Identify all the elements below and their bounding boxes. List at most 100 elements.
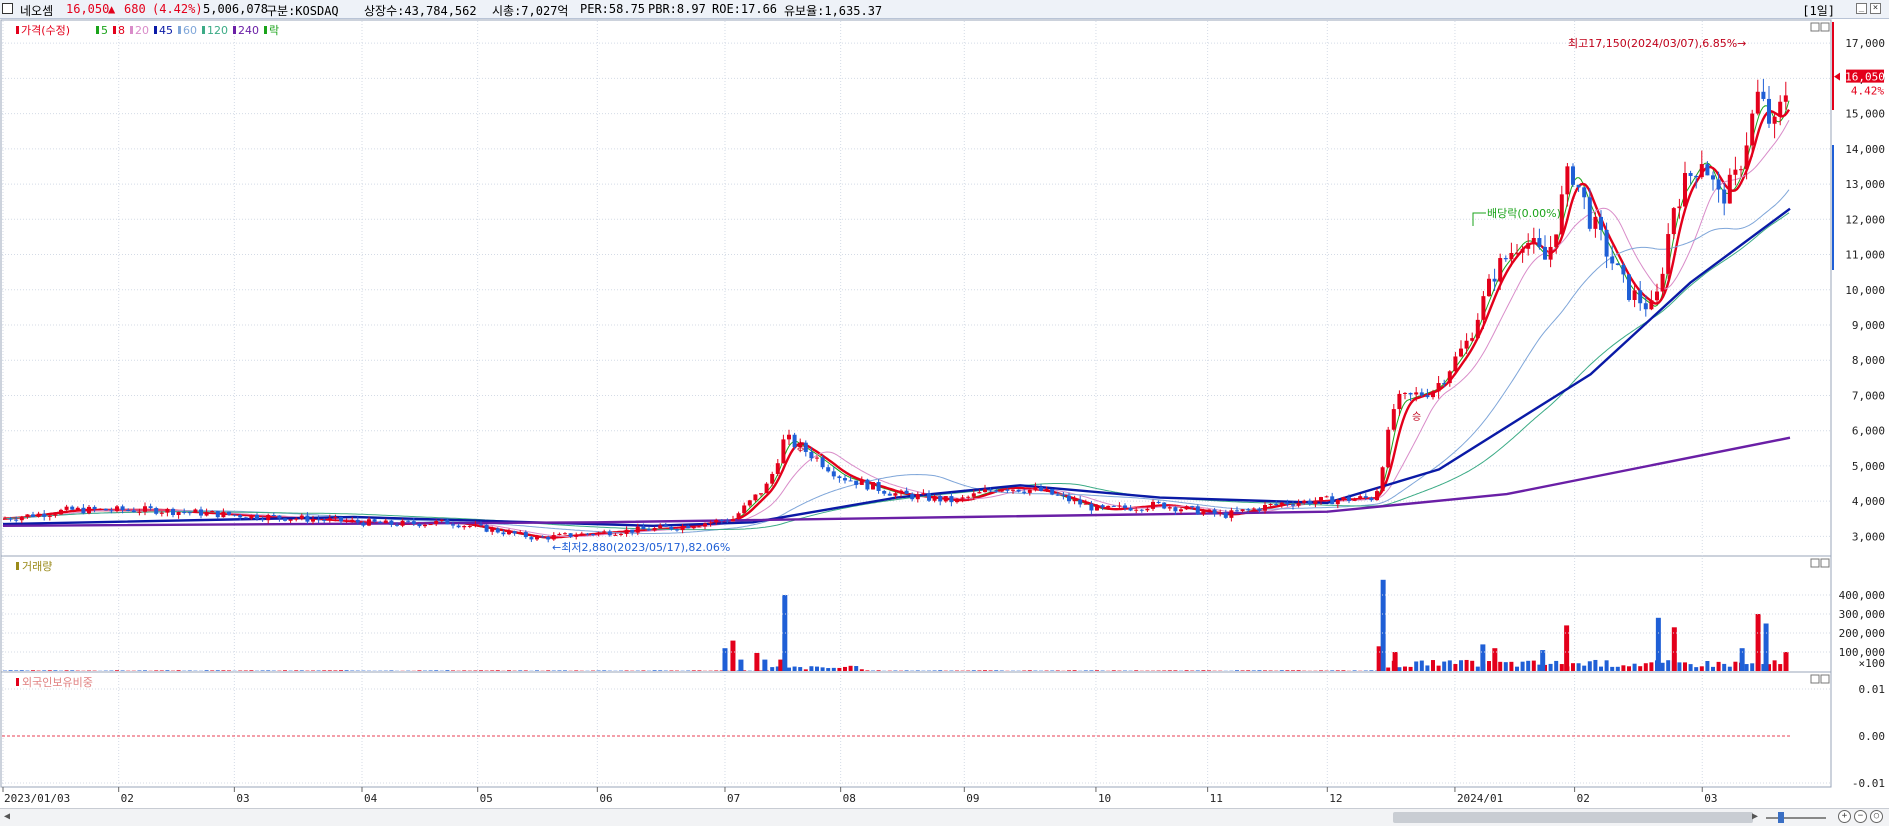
- candle-body: [641, 526, 646, 530]
- candle-body: [1621, 265, 1626, 275]
- candle-body: [826, 467, 831, 472]
- period-selector[interactable]: [1일]: [1802, 2, 1835, 19]
- candle-body: [882, 490, 887, 494]
- candle-body: [1537, 238, 1542, 247]
- candle-body: [1083, 503, 1088, 505]
- candle-body: [137, 511, 142, 513]
- candle-body: [1475, 319, 1480, 339]
- candle-body: [53, 514, 58, 516]
- volume-bar: [1408, 666, 1413, 671]
- candle-body: [1347, 497, 1351, 501]
- volume-bar: [1386, 667, 1391, 671]
- candle-body: [1481, 296, 1486, 320]
- candle-body: [355, 519, 360, 523]
- candle-body: [176, 511, 181, 515]
- minimize-icon[interactable]: _: [1856, 3, 1867, 14]
- volume-bar: [1587, 661, 1592, 671]
- volume-panel-minimize-icon[interactable]: [1810, 558, 1820, 568]
- foreign-panel-close-icon[interactable]: [1820, 674, 1830, 684]
- price-tick-label: 17,000: [1845, 37, 1885, 50]
- zoom-out-icon[interactable]: −: [1854, 810, 1867, 823]
- candle-body: [1257, 508, 1262, 511]
- candle-body: [260, 519, 265, 521]
- volume-spike-bar: [738, 659, 744, 671]
- volume-bar: [1279, 670, 1284, 671]
- candle-body: [1419, 392, 1424, 396]
- candle-body: [1722, 189, 1727, 204]
- candle-body: [159, 512, 164, 514]
- volume-bar: [70, 670, 75, 671]
- candle-body: [1778, 101, 1783, 117]
- candle-body: [42, 513, 47, 517]
- candle-body: [1341, 497, 1346, 500]
- stock-select-checkbox[interactable]: [2, 3, 13, 14]
- candle-body: [165, 508, 170, 513]
- legend-label: 8: [118, 24, 125, 37]
- volume-bar: [1134, 670, 1139, 671]
- volume-bar: [1067, 670, 1071, 671]
- candle-body: [1397, 393, 1402, 410]
- candle-body: [1694, 175, 1699, 178]
- candle-body: [843, 478, 847, 481]
- foreign-panel-minimize-icon[interactable]: [1810, 674, 1820, 684]
- candle-body: [1503, 258, 1508, 260]
- volume-panel-close-icon[interactable]: [1820, 558, 1830, 568]
- volume-bar: [971, 670, 976, 671]
- candle-body: [1055, 494, 1060, 496]
- candle-body: [1167, 507, 1172, 509]
- zoom-slider-knob[interactable]: [1778, 812, 1784, 823]
- candle-body: [3, 518, 7, 520]
- panel-minimize-icon[interactable]: [1810, 22, 1820, 32]
- legend-swatch: [16, 26, 19, 34]
- stock-chart-svg[interactable]: 가격(수정) 5 8 20 45 60 120 240 락 3,000 4,000 5,000 6,0…: [0, 19, 1889, 808]
- candle-body: [714, 519, 719, 523]
- legend-swatch: [130, 26, 133, 34]
- candle-body: [64, 506, 69, 510]
- candle-body: [1067, 495, 1071, 502]
- candle-body: [1223, 512, 1228, 518]
- stock-name[interactable]: 네오셈: [20, 2, 53, 19]
- zoom-in-icon[interactable]: +: [1838, 810, 1851, 823]
- legend-swatch: [178, 26, 181, 34]
- candle-body: [1380, 467, 1385, 492]
- candle-body: [949, 496, 954, 503]
- volume-bar: [1240, 670, 1245, 671]
- volume-bar: [1699, 666, 1704, 671]
- zoom-slider-track[interactable]: [1766, 817, 1826, 819]
- candle-body: [1173, 507, 1178, 512]
- candle-body: [171, 508, 175, 515]
- candle-body: [1688, 173, 1693, 176]
- close-icon[interactable]: ×: [1870, 3, 1881, 14]
- volume-bar: [557, 670, 562, 671]
- horizontal-scrollbar[interactable]: ◀ ▶ + − ○: [0, 808, 1889, 826]
- current-price-label: 16,050: [1845, 71, 1885, 84]
- per-value: PER:58.75: [580, 2, 646, 16]
- volume-bar: [854, 666, 859, 671]
- volume-bar: [120, 670, 125, 671]
- scroll-left-icon[interactable]: ◀: [4, 811, 10, 822]
- scroll-right-icon[interactable]: ▶: [1752, 811, 1758, 822]
- volume-bar: [915, 670, 920, 671]
- volume-bar: [434, 670, 439, 671]
- volume-bar: [1559, 664, 1564, 671]
- volume-bar: [697, 670, 702, 671]
- candle-body: [1358, 496, 1363, 499]
- candle-body: [1783, 95, 1788, 102]
- volume-bar: [143, 670, 147, 671]
- panel-close-icon[interactable]: [1820, 22, 1830, 32]
- candle-body: [535, 536, 539, 540]
- candle-body: [848, 480, 853, 482]
- candle-body: [1565, 166, 1570, 195]
- scroll-thumb[interactable]: [1393, 812, 1753, 823]
- zoom-reset-icon[interactable]: ○: [1870, 810, 1883, 823]
- candle-body: [1044, 489, 1049, 491]
- legend-swatch: [154, 26, 157, 34]
- volume-bar: [14, 670, 19, 671]
- candle-body: [1005, 489, 1010, 491]
- volume-bar: [210, 670, 215, 671]
- volume-bar: [1442, 661, 1447, 671]
- candle-body: [988, 489, 993, 491]
- candle-body: [1643, 303, 1648, 310]
- candle-body: [383, 520, 388, 524]
- volume-spike-bar: [1540, 650, 1546, 671]
